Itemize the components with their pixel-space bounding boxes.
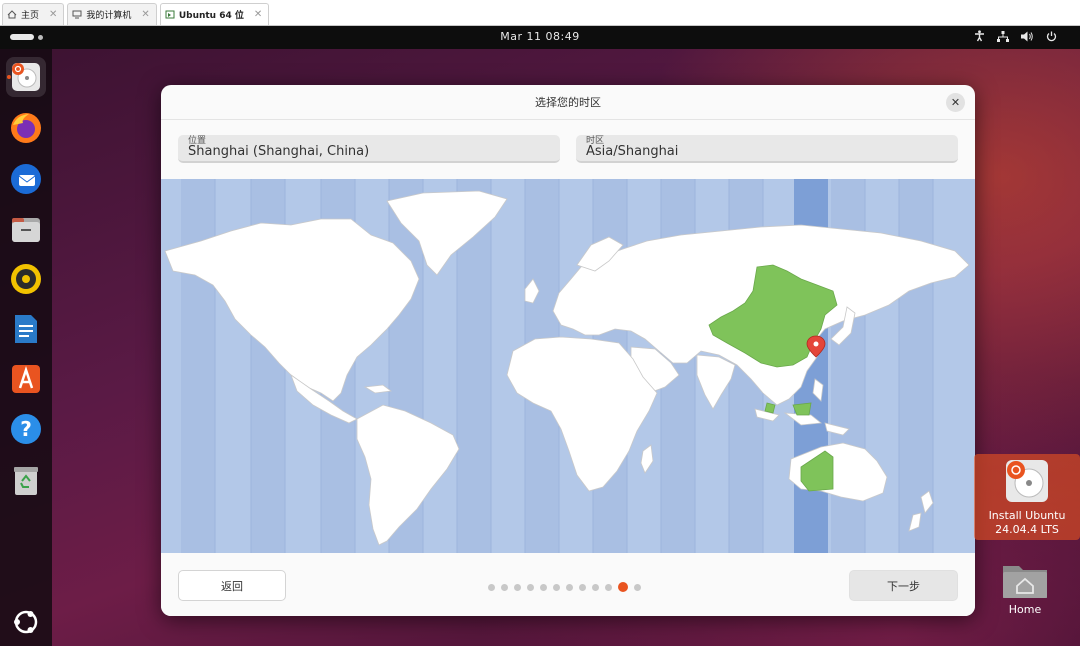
app-center-icon [12,365,40,393]
dock-help[interactable]: ? [6,409,46,449]
progress-dot [514,583,521,591]
close-icon[interactable]: ✕ [254,9,262,20]
progress-dot [634,583,641,591]
progress-dot [579,583,586,591]
writer-icon [15,315,37,343]
files-icon [12,218,40,242]
install-ubuntu-desktop-icon[interactable]: Install Ubuntu 24.04.4 LTS [974,454,1080,540]
help-icon: ? [11,414,41,444]
home-icon [7,10,17,19]
progress-dot [592,583,599,591]
progress-dot [527,583,534,591]
dock-firefox[interactable] [6,108,46,148]
vm-tab-label: 主页 [21,11,40,21]
power-icon[interactable] [1044,31,1058,45]
show-apps-button[interactable] [6,602,46,642]
firefox-icon [11,113,41,143]
dock-files[interactable] [6,209,46,249]
install-ubuntu-label: Install Ubuntu 24.04.4 LTS [988,509,1066,536]
timezone-dialog: 选择您的时区 ✕ 位置 Shanghai (Shanghai, China) 时… [161,85,975,616]
progress-dot [488,583,495,591]
back-button[interactable]: 返回 [178,570,286,601]
vm-tab-label: 我的计算机 [86,11,132,21]
dock-writer[interactable] [6,309,46,349]
home-desktop-icon[interactable]: Home [990,560,1060,620]
vm-tab-ubuntu[interactable]: Ubuntu 64 位 ✕ [159,3,270,25]
trash-icon [14,467,38,495]
progress-dot [566,583,573,591]
dialog-footer: 返回 下一步 [161,553,975,616]
world-map[interactable] [161,179,975,553]
installer-icon [1006,460,1048,502]
vm-tab-home[interactable]: 主页 ✕ [2,3,65,25]
timezone-value[interactable]: Asia/Shanghai [586,144,678,159]
timezone-map[interactable] [161,179,975,553]
volume-icon[interactable] [1020,31,1034,45]
dock-thunderbird[interactable] [6,159,46,199]
dock: ? [0,49,52,646]
dock-trash[interactable] [6,460,46,500]
vm-tab-my-computer[interactable]: 我的计算机 ✕ [67,3,157,25]
network-icon[interactable] [996,30,1010,45]
installer-icon [12,63,40,91]
home-label: Home [1008,603,1042,616]
progress-dot [605,583,612,591]
progress-dot [501,583,508,591]
ubuntu-logo-icon [14,610,38,634]
computer-icon [72,10,82,19]
accessibility-icon[interactable] [972,30,986,45]
location-field[interactable]: 位置 Shanghai (Shanghai, China) [178,135,560,163]
progress-dots [488,582,641,592]
close-icon[interactable]: ✕ [141,9,149,20]
rhythmbox-icon [11,264,41,294]
next-button[interactable]: 下一步 [849,570,958,601]
dialog-title: 选择您的时区 [161,85,975,120]
vm-tab-label: Ubuntu 64 位 [178,11,244,21]
progress-dot [553,583,560,591]
close-button[interactable]: ✕ [946,93,965,112]
vm-icon [165,10,175,19]
close-icon: ✕ [950,96,961,109]
desktop: Mar 11 08:49 ? 选择您的时区 ✕ 位置 Shanghai (Sha… [0,26,1080,646]
dock-rhythmbox[interactable] [6,259,46,299]
progress-dot-current [618,582,628,592]
dock-app-center[interactable] [6,359,46,399]
home-folder-icon [1003,566,1047,598]
timezone-field[interactable]: 时区 Asia/Shanghai [576,135,958,163]
close-icon[interactable]: ✕ [49,9,57,20]
location-value[interactable]: Shanghai (Shanghai, China) [188,144,369,159]
top-bar: Mar 11 08:49 [0,26,1080,49]
clock[interactable]: Mar 11 08:49 [0,30,1080,43]
system-tray[interactable] [972,30,1058,45]
svg-text:?: ? [20,417,32,441]
vm-tab-bar: 主页 ✕ 我的计算机 ✕ Ubuntu 64 位 ✕ [0,0,1080,26]
thunderbird-icon [11,164,41,194]
progress-dot [540,583,547,591]
dock-installer[interactable] [6,57,46,97]
